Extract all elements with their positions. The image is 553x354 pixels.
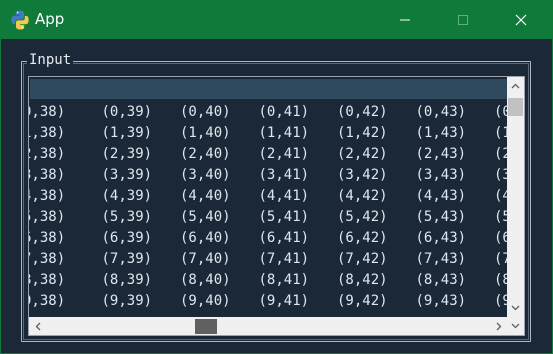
grid-cell: 5,38): [29, 209, 66, 225]
grid-cell: (6,43): [415, 230, 467, 246]
grid-cell: 6,38): [29, 230, 66, 246]
grid-cell: (3,41): [258, 167, 310, 183]
grid-cell: (2,42): [337, 146, 388, 162]
grid-cell: (9,41): [258, 293, 310, 309]
grid-cell: (5,39): [101, 209, 153, 225]
grid-cell: (0,41): [258, 104, 310, 120]
grid-cell: (4,41): [258, 188, 310, 204]
grid-cell: (2,41): [258, 146, 310, 162]
grid-cell: (1,39): [101, 125, 153, 141]
scroll-left-button[interactable]: [29, 317, 46, 335]
grid-row: 8,38)(8,39)(8,40)(8,41)(8,42)(8,43)(8: [29, 270, 511, 291]
grid-cell: (9,42): [337, 293, 388, 309]
grid-cell: (6,41): [258, 230, 310, 246]
grid-cell: 2,38): [29, 146, 66, 162]
python-icon: [9, 9, 31, 31]
grid-cell: (7,43): [415, 251, 467, 267]
grid-row: 6,38)(6,39)(6,40)(6,41)(6,42)(6,43)(6: [29, 228, 511, 249]
grid-row: 1,38)(1,39)(1,40)(1,41)(1,42)(1,43)(1: [29, 123, 511, 144]
grid-cell: (8,43): [415, 272, 467, 288]
grid-cell: 4,38): [29, 188, 66, 204]
grid-cell: (6,40): [180, 230, 231, 246]
grid-cell: (8,39): [101, 272, 153, 288]
grid-row: 0,38)(0,39)(0,40)(0,41)(0,42)(0,43)(0: [29, 102, 511, 123]
grid-row: 5,38)(5,39)(5,40)(5,41)(5,42)(5,43)(5: [29, 207, 511, 228]
maximize-button[interactable]: [440, 0, 486, 39]
scroll-down-corner-button[interactable]: [507, 317, 524, 335]
grid-row: 7,38)(7,39)(7,40)(7,41)(7,42)(7,43)(7: [29, 249, 511, 270]
close-icon: [515, 14, 527, 25]
grid-cell: (4,42): [337, 188, 388, 204]
grid-cell: (6,42): [337, 230, 388, 246]
grid-cell: (4,40): [180, 188, 231, 204]
close-button[interactable]: [498, 0, 544, 39]
grid-cell: (1,41): [258, 125, 310, 141]
grid-cell: 9,38): [29, 293, 66, 309]
grid-cell: (6,39): [101, 230, 153, 246]
grid-cell: (3,42): [337, 167, 388, 183]
grid-text-view[interactable]: 0,38)(0,39)(0,40)(0,41)(0,42)(0,43)(01,3…: [28, 76, 525, 336]
grid-cell: (0,39): [101, 104, 153, 120]
grid-cell: (2,43): [415, 146, 467, 162]
input-entry[interactable]: [30, 79, 507, 99]
grid-cell: (7,41): [258, 251, 310, 267]
grid-cell: 1,38): [29, 125, 66, 141]
minimize-button[interactable]: [382, 0, 428, 39]
grid-cell: (0,43): [415, 104, 467, 120]
grid-cell: (0,40): [180, 104, 231, 120]
chevron-left-icon: [35, 322, 40, 330]
grid-cell: (1,40): [180, 125, 231, 141]
grid-cell: (5,40): [180, 209, 231, 225]
scroll-up-button[interactable]: [507, 77, 524, 95]
grid-cell: (1,43): [415, 125, 467, 141]
grid-row: 4,38)(4,39)(4,40)(4,41)(4,42)(4,43)(4: [29, 186, 511, 207]
title-bar: App: [0, 0, 553, 39]
minimize-icon: [400, 19, 410, 20]
grid-cell: (3,40): [180, 167, 231, 183]
grid-cell: (3,39): [101, 167, 153, 183]
grid-cell: (0,42): [337, 104, 388, 120]
grid-cell: (5,42): [337, 209, 388, 225]
horizontal-scrollbar[interactable]: [29, 317, 524, 335]
grid-cell: (5,41): [258, 209, 310, 225]
grid-cell: (8,40): [180, 272, 231, 288]
grid-cell: (4,43): [415, 188, 467, 204]
scroll-right-button[interactable]: [490, 317, 507, 335]
grid-cell: (4,39): [101, 188, 153, 204]
grid-cell: (9,39): [101, 293, 153, 309]
vertical-scrollbar[interactable]: [507, 77, 524, 317]
grid-cell: (2,39): [101, 146, 153, 162]
chevron-down-icon: [511, 305, 520, 311]
grid-cell: (8,41): [258, 272, 310, 288]
horizontal-scroll-thumb[interactable]: [195, 319, 217, 334]
grid-cell: (2,40): [180, 146, 231, 162]
window-client-area: Input 0,38) (0,39) (0,40) (0,41) (0,42) (0,43…: [1, 39, 552, 353]
window-title: App: [35, 10, 65, 28]
grid-cell: (9,43): [415, 293, 467, 309]
scroll-down-button[interactable]: [507, 299, 524, 317]
grid-cell: (5,43): [415, 209, 467, 225]
labelframe-title: Input: [27, 52, 74, 68]
grid-cell: (7,42): [337, 251, 388, 267]
vertical-scroll-thumb[interactable]: [508, 98, 523, 116]
grid-row: 9,38)(9,39)(9,40)(9,41)(9,42)(9,43)(9: [29, 291, 511, 312]
grid-rows: 0,38)(0,39)(0,40)(0,41)(0,42)(0,43)(01,3…: [29, 102, 511, 312]
grid-cell: (1,42): [337, 125, 388, 141]
chevron-up-icon: [511, 83, 520, 89]
grid-cell: (8,42): [337, 272, 388, 288]
grid-cell: 3,38): [29, 167, 66, 183]
chevron-down-icon: [511, 323, 520, 329]
grid-cell: (7,40): [180, 251, 231, 267]
grid-cell: 7,38): [29, 251, 66, 267]
grid-row: 2,38)(2,39)(2,40)(2,41)(2,42)(2,43)(2: [29, 144, 511, 165]
chevron-right-icon: [496, 322, 501, 330]
grid-cell: (7,39): [101, 251, 153, 267]
grid-cell: (9,40): [180, 293, 231, 309]
grid-cell: 0,38): [29, 104, 66, 120]
grid-row: 3,38)(3,39)(3,40)(3,41)(3,42)(3,43)(3: [29, 165, 511, 186]
maximize-icon: [458, 14, 468, 25]
grid-cell: (3,43): [415, 167, 467, 183]
grid-cell: 8,38): [29, 272, 66, 288]
